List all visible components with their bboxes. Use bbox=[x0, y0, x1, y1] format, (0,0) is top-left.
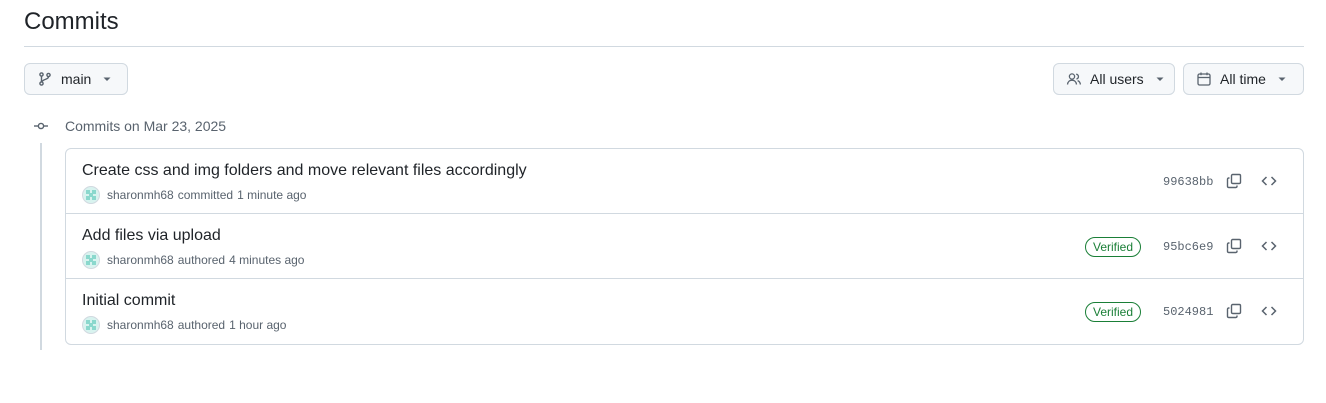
people-icon bbox=[1066, 71, 1082, 87]
commit-time: 1 minute ago bbox=[237, 188, 307, 202]
code-icon bbox=[1261, 241, 1277, 251]
git-branch-icon bbox=[37, 71, 53, 87]
calendar-icon bbox=[1196, 71, 1212, 87]
time-filter-label: All time bbox=[1220, 71, 1266, 87]
users-filter-button[interactable]: All users bbox=[1053, 63, 1175, 95]
commit-time: 1 hour ago bbox=[229, 318, 287, 332]
browse-repository-button[interactable] bbox=[1260, 172, 1278, 190]
commit-action: committed bbox=[177, 188, 234, 202]
branch-selector-label: main bbox=[61, 71, 92, 87]
users-filter-label: All users bbox=[1090, 71, 1144, 87]
browse-repository-button[interactable] bbox=[1260, 302, 1278, 320]
copy-icon bbox=[1226, 303, 1242, 319]
commit-list: Create css and img folders and move rele… bbox=[65, 148, 1304, 345]
avatar[interactable] bbox=[82, 251, 100, 269]
commits-page: Commits main All users All time Commits … bbox=[0, 0, 1326, 403]
copy-icon bbox=[1226, 238, 1242, 254]
author-link[interactable]: sharonmh68 bbox=[107, 317, 174, 333]
chevron-down-icon bbox=[99, 71, 115, 87]
commit-row: Initial commit sharonmh68 authored 1 hou… bbox=[66, 279, 1303, 344]
time-filter-button[interactable]: All time bbox=[1183, 63, 1304, 95]
page-title: Commits bbox=[24, 8, 119, 35]
chevron-down-icon bbox=[1274, 71, 1290, 87]
commit-meta: sharonmh68 committed 1 minute ago bbox=[82, 186, 306, 204]
avatar[interactable] bbox=[82, 186, 100, 204]
commit-message-link[interactable]: Initial commit bbox=[82, 291, 175, 311]
avatar[interactable] bbox=[82, 316, 100, 334]
commit-action: authored bbox=[177, 318, 226, 332]
commit-action: authored bbox=[177, 253, 226, 267]
verified-badge[interactable]: Verified bbox=[1085, 302, 1142, 322]
commit-meta: sharonmh68 authored 1 hour ago bbox=[82, 316, 286, 334]
commit-group-date: Commits on Mar 23, 2025 bbox=[65, 118, 227, 134]
code-icon bbox=[1261, 176, 1277, 186]
commit-row: Add files via upload sharonmh68 authored… bbox=[66, 214, 1303, 279]
commit-time: 4 minutes ago bbox=[229, 253, 305, 267]
commit-sha-link[interactable]: 99638bb bbox=[1163, 174, 1213, 190]
timeline-line bbox=[40, 143, 42, 350]
copy-icon bbox=[1226, 173, 1242, 189]
author-link[interactable]: sharonmh68 bbox=[107, 252, 174, 268]
verified-badge[interactable]: Verified bbox=[1085, 237, 1142, 257]
commit-row: Create css and img folders and move rele… bbox=[66, 149, 1303, 214]
copy-sha-button[interactable] bbox=[1225, 237, 1243, 255]
author-link[interactable]: sharonmh68 bbox=[107, 187, 174, 203]
git-commit-icon bbox=[33, 118, 49, 134]
commit-sha-link[interactable]: 95bc6e9 bbox=[1163, 239, 1213, 255]
code-icon bbox=[1261, 306, 1277, 316]
chevron-down-icon bbox=[1152, 71, 1168, 87]
branch-selector-button[interactable]: main bbox=[24, 63, 128, 95]
commit-message-link[interactable]: Create css and img folders and move rele… bbox=[82, 161, 527, 181]
title-divider bbox=[24, 46, 1304, 47]
copy-sha-button[interactable] bbox=[1225, 172, 1243, 190]
browse-repository-button[interactable] bbox=[1260, 237, 1278, 255]
copy-sha-button[interactable] bbox=[1225, 302, 1243, 320]
commit-message-link[interactable]: Add files via upload bbox=[82, 226, 221, 246]
commit-sha-link[interactable]: 5024981 bbox=[1163, 304, 1213, 320]
commit-meta: sharonmh68 authored 4 minutes ago bbox=[82, 251, 304, 269]
